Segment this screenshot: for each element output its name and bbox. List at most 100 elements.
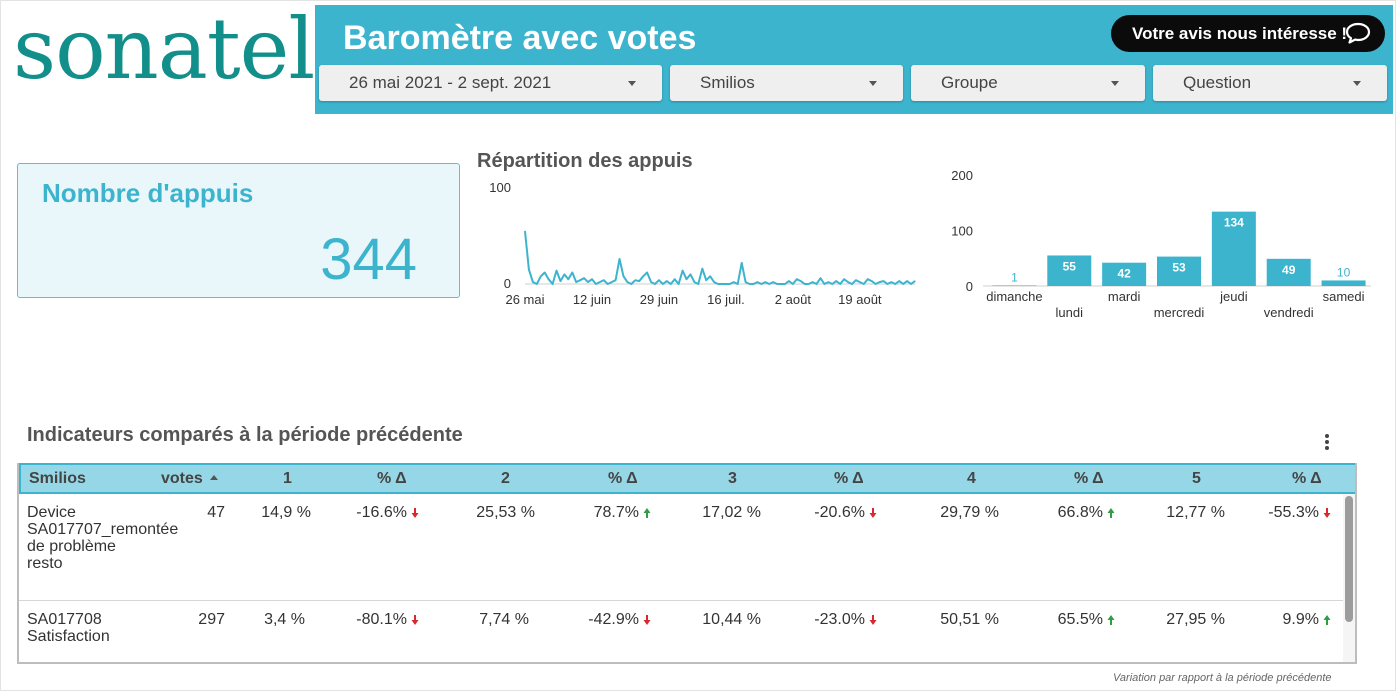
arrow-down-icon (869, 615, 877, 625)
smilios-filter[interactable]: Smilios (670, 65, 903, 101)
row-cell: 25,53 % (476, 504, 535, 521)
line-point (741, 262, 743, 264)
header-4[interactable]: 4 (967, 470, 976, 488)
row-smilios-name: SA017708 Satisfaction (27, 611, 110, 645)
more-options-icon[interactable] (1323, 434, 1331, 454)
line-point (756, 281, 759, 283)
feedback-button-label: Votre avis nous intéresse ! (1132, 23, 1348, 43)
bar-data-label: 42 (1117, 267, 1131, 281)
delta-value: -16.6% (356, 504, 407, 521)
header-smilios[interactable]: Smilios (29, 470, 86, 488)
line-point (540, 275, 542, 277)
bar-data-label: 49 (1282, 263, 1296, 277)
date-range-filter[interactable]: 26 mai 2021 - 2 sept. 2021 (319, 65, 662, 101)
line-point (713, 281, 715, 283)
header-votes[interactable]: votes (161, 470, 218, 488)
x-tick-label: 2 août (775, 292, 812, 307)
line-point (871, 280, 873, 282)
row-cell: 27,95 % (1166, 611, 1225, 628)
line-point (646, 271, 648, 274)
line-point (748, 283, 751, 285)
line-point (780, 283, 782, 285)
table-title: Indicateurs comparés à la période précéd… (27, 424, 463, 446)
arrow-up-icon (1323, 615, 1331, 625)
bar-data-label: 53 (1172, 261, 1186, 275)
row-cell: 12,77 % (1166, 504, 1225, 521)
x-tick-label: mardi (1108, 289, 1141, 304)
header-3[interactable]: 3 (728, 470, 737, 488)
row-cell: 10,44 % (702, 611, 761, 628)
header-delta-2[interactable]: % Δ (608, 470, 638, 488)
x-tick-label: samedi (1323, 289, 1365, 304)
line-point (898, 280, 900, 282)
line-point (811, 281, 814, 283)
row-cell: 3,4 % (264, 611, 305, 628)
line-series (524, 231, 916, 285)
header-delta-4[interactable]: % Δ (1074, 470, 1104, 488)
line-point (579, 279, 581, 281)
line-point (835, 280, 837, 282)
line-point (591, 278, 593, 280)
line-point (559, 280, 562, 282)
y-tick-label: 200 (951, 168, 973, 183)
line-point (622, 275, 625, 277)
feedback-button[interactable]: Votre avis nous intéresse ! (1111, 15, 1385, 52)
y-tick-label: 100 (951, 224, 973, 239)
x-tick-label: 19 août (838, 292, 882, 307)
line-point (607, 283, 609, 285)
header-1[interactable]: 1 (283, 470, 292, 488)
row-delta: 78.7% (565, 504, 651, 522)
bar-data-label: 10 (1337, 265, 1351, 279)
arrow-up-icon (643, 508, 651, 518)
line-point (674, 278, 676, 280)
row-delta: -42.9% (565, 611, 651, 629)
header-2[interactable]: 2 (501, 470, 510, 488)
row-delta: -80.1% (335, 611, 419, 629)
y-tick-label: 0 (966, 279, 973, 294)
x-tick-label: 16 juil. (707, 292, 745, 307)
question-filter[interactable]: Question (1153, 65, 1387, 101)
row-votes: 297 (198, 611, 225, 628)
scrollbar-thumb[interactable] (1345, 496, 1353, 622)
header-5[interactable]: 5 (1192, 470, 1201, 488)
line-point (575, 281, 577, 283)
arrow-up-icon (1107, 508, 1115, 518)
page-title: Baromètre avec votes (343, 19, 697, 57)
row-delta: -20.6% (791, 504, 877, 522)
line-point (859, 281, 861, 283)
line-point (902, 283, 904, 285)
line-point (788, 280, 790, 282)
sort-asc-icon (209, 475, 218, 480)
delta-value: 78.7% (593, 504, 639, 521)
bar (992, 285, 1037, 286)
row-votes: 47 (207, 504, 225, 521)
line-point (875, 283, 877, 285)
scorecard-title: Nombre d'appuis (42, 178, 254, 208)
line-point (563, 273, 565, 275)
x-tick-label: 12 juin (573, 292, 611, 307)
header-delta-1[interactable]: % Δ (377, 470, 407, 488)
table-header: Smilios votes 1 % Δ 2 % Δ 3 % Δ 4 % Δ 5 … (19, 463, 1355, 494)
y-tick-label: 0 (504, 276, 511, 291)
chevron-down-icon (1353, 81, 1361, 86)
line-point (611, 281, 613, 283)
row-cell: 7,74 % (479, 611, 529, 628)
chevron-down-icon (869, 81, 877, 86)
line-point (752, 283, 755, 285)
table-scrollbar[interactable] (1343, 494, 1355, 662)
line-point (717, 283, 719, 285)
line-point (914, 280, 916, 282)
x-tick-label: dimanche (986, 289, 1042, 304)
header-delta-5[interactable]: % Δ (1292, 470, 1322, 488)
line-point (555, 269, 558, 272)
header-delta-3[interactable]: % Δ (834, 470, 864, 488)
scorecard-nombre-appuis: Nombre d'appuis 344 (17, 163, 460, 298)
bar (1321, 280, 1366, 286)
logo-area: sonatel (1, 1, 315, 114)
line-point (658, 279, 660, 281)
groupe-filter[interactable]: Groupe (911, 65, 1145, 101)
line-point (894, 283, 896, 285)
x-tick-label: jeudi (1219, 289, 1248, 304)
row-delta: -23.0% (791, 611, 877, 629)
line-point (685, 278, 688, 280)
